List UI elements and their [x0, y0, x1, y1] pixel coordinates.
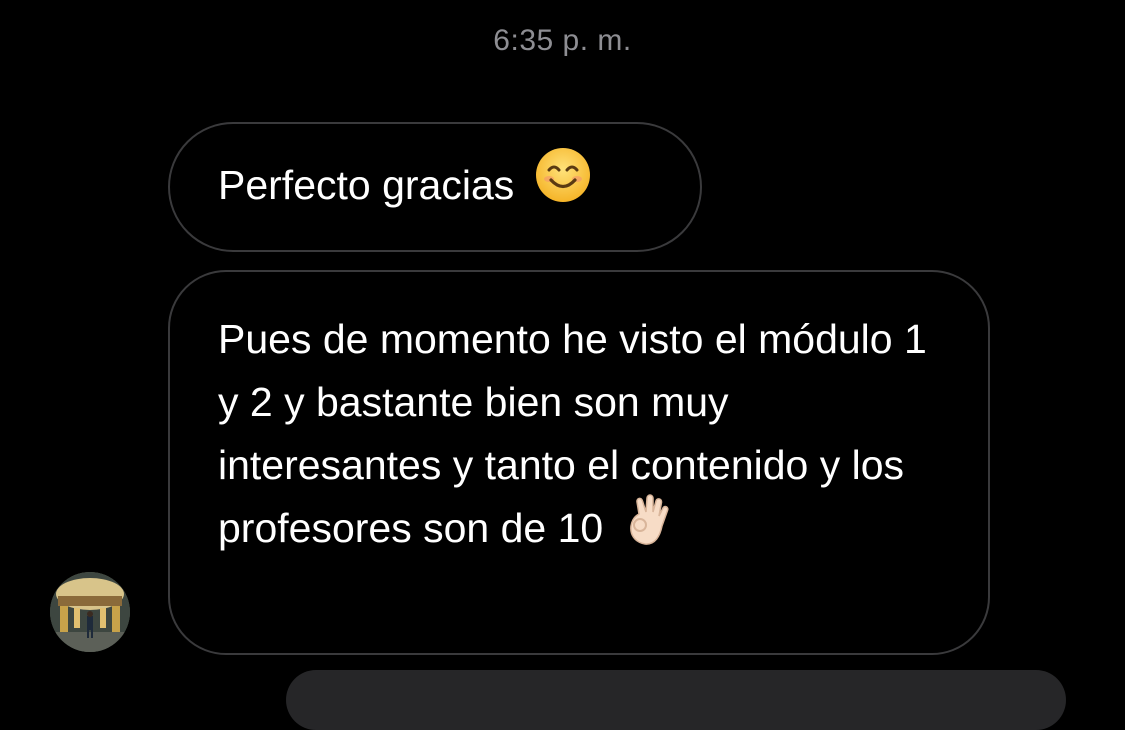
message-bubble-partial[interactable] [286, 670, 1066, 730]
ok-hand-icon [625, 492, 677, 564]
message-bubble[interactable]: Pues de momento he visto el módulo 1 y 2… [168, 270, 990, 655]
message-text: Pues de momento he visto el módulo 1 y 2… [218, 316, 927, 551]
message-text: Perfecto gracias [218, 162, 515, 208]
message-timestamp: 6:35 p. m. [493, 24, 632, 57]
smiling-face-icon [534, 146, 592, 222]
message-bubble[interactable]: Perfecto gracias [168, 122, 702, 252]
avatar[interactable] [50, 572, 130, 652]
